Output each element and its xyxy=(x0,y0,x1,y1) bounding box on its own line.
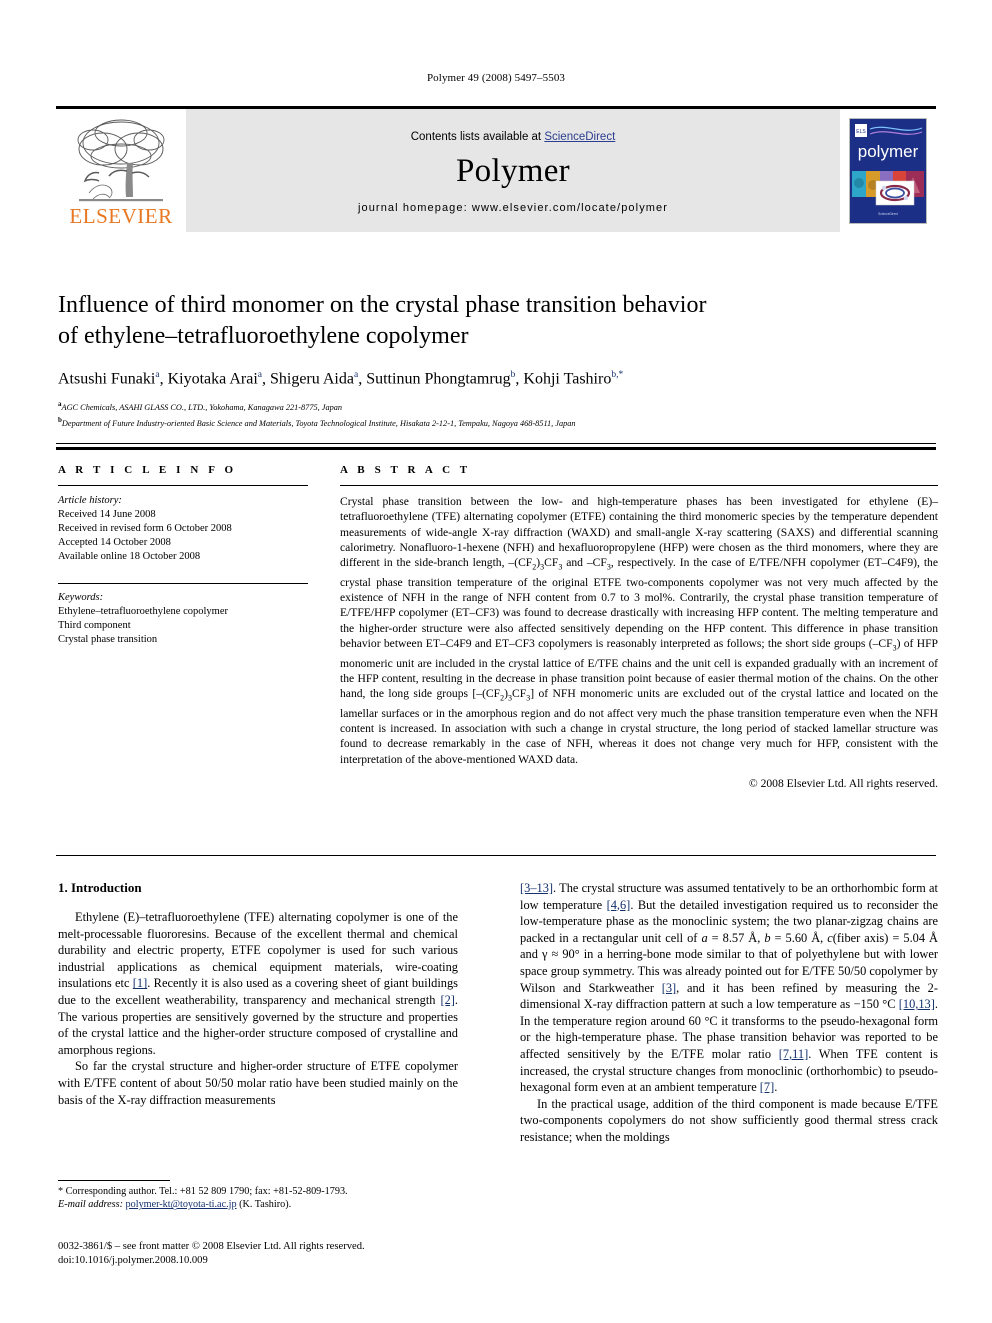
article-title-line-2: of ethylene–tetrafluoroethylene copolyme… xyxy=(58,323,469,349)
author-affil-marker: b,* xyxy=(611,370,624,380)
citation-link[interactable]: [2] xyxy=(440,993,454,1007)
journal-banner: ELSEVIER Contents lists available at Sci… xyxy=(56,106,936,235)
author-separator: , xyxy=(261,370,270,388)
citation-link[interactable]: [10,13] xyxy=(899,997,935,1011)
introduction-paragraph-1: Ethylene (E)–tetrafluoroethylene (TFE) a… xyxy=(58,909,458,1058)
article-info-section: A R T I C L E I N F O Article history: R… xyxy=(58,464,308,647)
article-page: Polymer 49 (2008) 5497–5503 ELSEVIER Con… xyxy=(0,0,992,1323)
elsevier-wordmark: ELSEVIER xyxy=(69,204,172,228)
author-list: Atsushi Funakia, Kiyotaka Araia, Shigeru… xyxy=(58,364,938,390)
affiliation-item: bDepartment of Future Industry-oriented … xyxy=(58,414,938,430)
introduction-heading: 1. Introduction xyxy=(58,880,142,895)
running-head: Polymer 49 (2008) 5497–5503 xyxy=(426,72,566,84)
keyword-item: Third component xyxy=(58,620,131,631)
elsevier-tree-logo-icon: ELSEVIER xyxy=(69,119,172,228)
introduction-paragraph-3: In the practical usage, addition of the … xyxy=(520,1096,938,1144)
corresponding-author-footnote: * Corresponding author. Tel.: +81 52 809… xyxy=(58,1180,458,1212)
abstract-part: , respectively. In the case of E/TFE/NFH… xyxy=(340,556,938,650)
doi-line: doi:10.1016/j.polymer.2008.10.009 xyxy=(58,1255,208,1266)
article-title: Influence of third monomer on the crysta… xyxy=(58,290,938,352)
article-history-label: Article history: xyxy=(58,495,122,506)
citation-link[interactable]: [4,6] xyxy=(607,898,631,912)
svg-text:polymer: polymer xyxy=(858,142,919,161)
email-owner: (K. Tashiro). xyxy=(236,1199,292,1211)
banner-center: Contents lists available at ScienceDirec… xyxy=(186,109,840,232)
keywords-rule xyxy=(58,583,308,584)
journal-cover-cell: ELS polymer ScienceDirect xyxy=(840,109,936,232)
email-label: E-mail address: xyxy=(58,1199,123,1211)
article-history-item: Accepted 14 October 2008 xyxy=(58,537,171,548)
footnote-rule xyxy=(58,1180,170,1181)
abstract-rule xyxy=(340,485,938,486)
keyword-item: Ethylene–tetrafluoroethylene copolymer xyxy=(58,606,228,617)
abstract-copyright: © 2008 Elsevier Ltd. All rights reserved… xyxy=(748,776,938,790)
introduction-paragraph-2-continued: [3–13]. The crystal structure was assume… xyxy=(520,880,938,1096)
affiliation-item: aAGC Chemicals, ASAHI GLASS CO., LTD., Y… xyxy=(58,398,938,414)
article-history-item: Received in revised form 6 October 2008 xyxy=(58,523,232,534)
abstract-part: and –CF xyxy=(562,556,607,570)
svg-text:ELS: ELS xyxy=(856,129,866,135)
author-name: Atsushi Funaki xyxy=(58,370,156,388)
divider-thin-top xyxy=(56,443,936,444)
abstract-section: A B S T R A C T Crystal phase transition… xyxy=(340,464,938,790)
polymer-cover-thumbnail-icon: ELS polymer ScienceDirect xyxy=(849,117,927,224)
elsevier-logo-cell: ELSEVIER xyxy=(56,109,186,232)
contents-prefix: Contents lists available at xyxy=(410,131,545,143)
sciencedirect-link[interactable]: ScienceDirect xyxy=(544,131,615,143)
article-info-heading: A R T I C L E I N F O xyxy=(58,464,237,476)
citation-link[interactable]: [1] xyxy=(133,976,147,990)
keywords-label: Keywords: xyxy=(58,592,104,603)
abstract-text: Crystal phase transition between the low… xyxy=(340,494,938,767)
paragraph-text: . xyxy=(774,1080,778,1095)
author-separator: , xyxy=(358,370,367,388)
article-history-item: Available online 18 October 2008 xyxy=(58,551,201,562)
imprint-block: 0032-3861/$ – see front matter © 2008 El… xyxy=(58,1240,478,1268)
body-column-left: 1. Introduction Ethylene (E)–tetrafluoro… xyxy=(58,880,458,1108)
journal-name: Polymer xyxy=(456,153,570,189)
article-info-rule xyxy=(58,485,308,486)
journal-homepage[interactable]: journal homepage: www.elsevier.com/locat… xyxy=(358,202,668,214)
issn-copyright-line: 0032-3861/$ – see front matter © 2008 El… xyxy=(58,1241,365,1252)
author-name: Shigeru Aida xyxy=(269,370,354,388)
abstract-part: CF xyxy=(544,556,559,570)
article-title-line-1: Influence of third monomer on the crysta… xyxy=(58,292,707,318)
lattice-value-b: = 5.60 Å, xyxy=(770,930,828,945)
author-name: Kohji Tashiro xyxy=(523,370,612,388)
contents-available-line: Contents lists available at ScienceDirec… xyxy=(411,131,616,143)
divider-thin-bottom xyxy=(56,855,936,856)
article-history-item: Received 14 June 2008 xyxy=(58,509,156,520)
citation-link[interactable]: [3–13] xyxy=(520,881,553,895)
corresponding-author-line: * Corresponding author. Tel.: +81 52 809… xyxy=(58,1186,348,1197)
svg-text:ScienceDirect: ScienceDirect xyxy=(878,212,898,216)
affiliation-text: AGC Chemicals, ASAHI GLASS CO., LTD., Yo… xyxy=(61,402,343,412)
lattice-value-a: = 8.57 Å, xyxy=(707,930,765,945)
introduction-paragraph-2: So far the crystal structure and higher-… xyxy=(58,1059,458,1107)
email-line: E-mail address: polymer-kt@toyota-ti.ac.… xyxy=(58,1198,458,1211)
author-name: Suttinun Phongtamrug xyxy=(366,370,511,388)
keywords-block: Keywords: Ethylene–tetrafluoroethylene c… xyxy=(58,583,308,647)
affiliation-list: aAGC Chemicals, ASAHI GLASS CO., LTD., Y… xyxy=(58,398,938,431)
email-link[interactable]: polymer-kt@toyota-ti.ac.jp xyxy=(126,1199,237,1210)
citation-link[interactable]: [7] xyxy=(760,1080,774,1094)
abstract-part: CF xyxy=(512,687,527,701)
author-separator: , xyxy=(159,370,168,388)
affiliation-text: Department of Future Industry-oriented B… xyxy=(61,419,576,429)
keyword-item: Crystal phase transition xyxy=(58,634,158,645)
citation-link[interactable]: [7,11] xyxy=(779,1047,808,1061)
citation-link[interactable]: [3] xyxy=(662,981,676,995)
body-column-right: [3–13]. The crystal structure was assume… xyxy=(520,880,938,1146)
abstract-heading: A B S T R A C T xyxy=(340,464,471,476)
divider-thick xyxy=(56,447,936,450)
author-name: Kiyotaka Arai xyxy=(167,370,258,388)
